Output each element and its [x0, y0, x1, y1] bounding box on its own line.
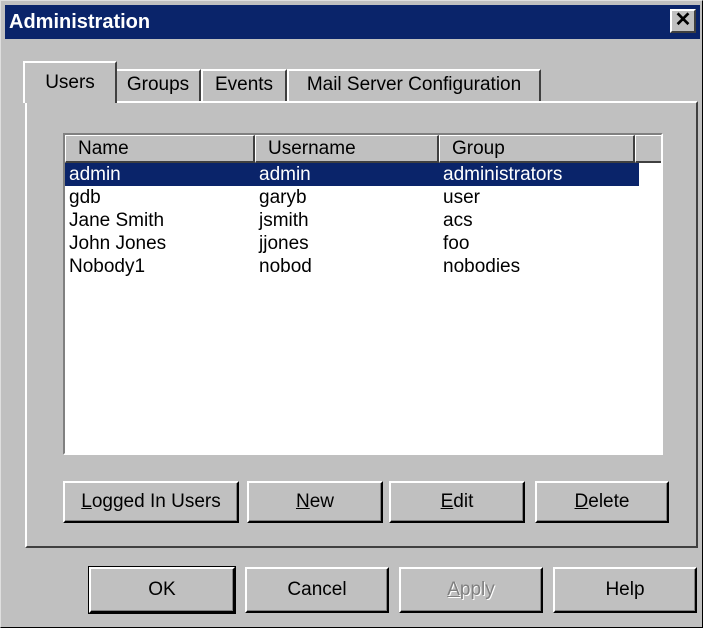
help-button[interactable]: Help: [553, 567, 697, 613]
administration-window: Administration ✕ Users Groups Events Mai…: [0, 0, 703, 628]
column-header-name[interactable]: Name: [65, 135, 255, 163]
tab-users-label: Users: [45, 72, 95, 93]
cell-name: Jane Smith: [69, 210, 165, 231]
users-list-header: Name Username Group: [65, 135, 661, 163]
column-header-filler: [635, 135, 661, 163]
tab-strip: Users Groups Events Mail Server Configur…: [1, 61, 705, 103]
cell-name: gdb: [69, 187, 101, 208]
window-title: Administration: [9, 11, 151, 33]
cell-username: jjones: [259, 233, 309, 254]
tab-events[interactable]: Events: [201, 69, 287, 101]
tab-mail-server-configuration[interactable]: Mail Server Configuration: [287, 69, 541, 101]
apply-button[interactable]: Apply: [399, 567, 543, 613]
cell-group: acs: [443, 210, 473, 231]
users-tab-panel: Name Username Group admin admin administ…: [25, 101, 698, 548]
table-row[interactable]: John Jones jjones foo: [65, 232, 639, 255]
cell-username: jsmith: [259, 210, 309, 231]
cell-group: nobodies: [443, 256, 521, 277]
cell-group: user: [443, 187, 480, 208]
tab-events-label: Events: [214, 74, 274, 95]
cell-name: Nobody1: [69, 256, 146, 277]
close-icon: ✕: [674, 9, 692, 31]
tab-groups[interactable]: Groups: [115, 69, 201, 101]
cell-group: foo: [443, 233, 470, 254]
title-bar[interactable]: Administration ✕: [5, 5, 700, 39]
cell-name: admin: [69, 164, 121, 185]
users-list[interactable]: Name Username Group admin admin administ…: [63, 133, 663, 455]
tab-mail-server-configuration-label: Mail Server Configuration: [306, 74, 522, 95]
cell-group: administrators: [443, 164, 563, 185]
cell-username: nobod: [259, 256, 312, 277]
new-button[interactable]: New: [247, 481, 383, 523]
cell-username: garyb: [259, 187, 307, 208]
table-row[interactable]: gdb garyb user: [65, 186, 639, 209]
table-row[interactable]: Nobody1 nobod nobodies: [65, 255, 639, 278]
edit-button[interactable]: Edit: [389, 481, 525, 523]
tab-users[interactable]: Users: [23, 61, 117, 103]
tab-groups-label: Groups: [126, 74, 190, 95]
logged-in-users-button[interactable]: Logged In Users: [63, 481, 239, 523]
column-header-group[interactable]: Group: [439, 135, 635, 163]
delete-button[interactable]: Delete: [535, 481, 669, 523]
column-header-username[interactable]: Username: [255, 135, 439, 163]
table-row[interactable]: admin admin administrators: [65, 163, 639, 186]
ok-button[interactable]: OK: [88, 566, 236, 614]
cell-username: admin: [259, 164, 311, 185]
cell-name: John Jones: [69, 233, 167, 254]
close-button[interactable]: ✕: [670, 9, 696, 33]
cancel-button[interactable]: Cancel: [245, 567, 389, 613]
table-row[interactable]: Jane Smith jsmith acs: [65, 209, 639, 232]
